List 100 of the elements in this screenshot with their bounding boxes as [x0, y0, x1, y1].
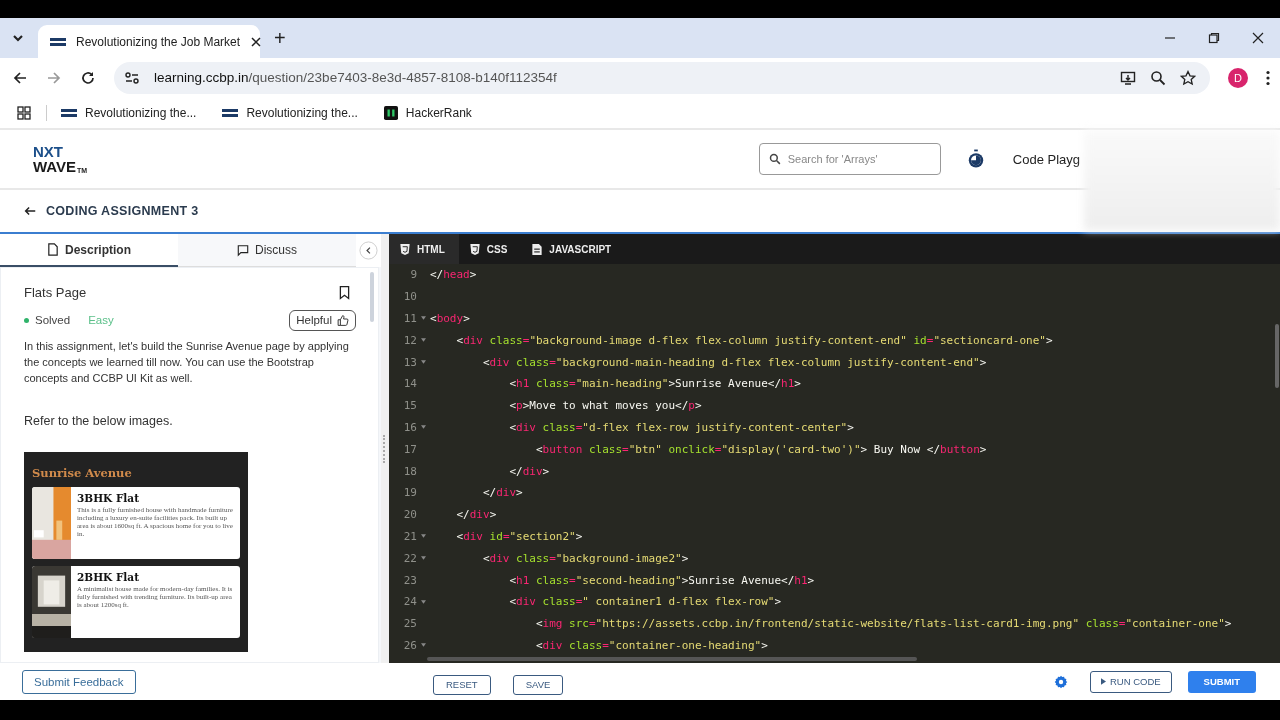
fold-icon[interactable] — [421, 556, 426, 561]
settings-icon[interactable] — [1053, 674, 1068, 689]
card-title: 2BHK Flat — [77, 571, 140, 583]
profile-avatar[interactable]: D — [1228, 67, 1248, 88]
logo-text: WAVE — [33, 159, 77, 174]
line-number: 20 — [402, 508, 417, 522]
fold-icon[interactable] — [421, 360, 426, 365]
editor-tab[interactable]: CSS — [458, 234, 522, 264]
code-line: <h1 class="main-heading">Sunrise Avenue</h1> — [508, 377, 801, 391]
install-icon[interactable] — [1120, 69, 1136, 86]
more-icon[interactable] — [1266, 69, 1270, 86]
assignment-title: CODING ASSIGNMENT 3 — [46, 204, 199, 218]
logo-text: NXT — [33, 144, 64, 159]
code-line: <h1 class="second-heading">Sunrise Avenue</h1> — [508, 573, 815, 587]
line-number: 11 — [402, 312, 417, 325]
line-number: 15 — [402, 399, 417, 413]
code-line: <p>Move to what moves you</p> — [508, 399, 702, 413]
search-icon — [768, 153, 781, 165]
line-number: 9 — [409, 268, 417, 282]
browser-tab[interactable]: Revolutionizing the Job Market — [38, 25, 260, 58]
site-icon — [61, 107, 77, 118]
editor-tab[interactable]: HTML — [389, 234, 459, 264]
editor-tab[interactable]: JAVASCRIPT — [521, 234, 626, 264]
new-tab-button[interactable]: + — [260, 27, 300, 58]
description-text: In this assignment, let's build the Sunrise Avenue page by applying the concepts we learned till now. You can use the Bootstrap concepts and CCBP UI Kit as well. — [24, 339, 350, 386]
document-icon — [47, 243, 59, 256]
site-icon — [383, 105, 398, 120]
preview-heading: Sunrise Avenue — [32, 466, 133, 480]
code-line: <div class="background-image2"> — [481, 551, 689, 565]
apps-grid-icon[interactable] — [16, 104, 32, 121]
search-field[interactable]: Search for 'Arrays' — [758, 143, 941, 175]
shield-icon — [468, 242, 481, 256]
code-line: </div> — [508, 464, 550, 478]
bookmark-icon[interactable] — [339, 284, 350, 300]
helpful-button[interactable]: Helpful — [289, 309, 356, 331]
address-field[interactable]: learning.ccbp.in/question/23be7403-8e3d-4857-8108-b140f112354f — [114, 61, 1210, 94]
status-label: Solved — [35, 314, 71, 326]
save-button[interactable]: SAVE — [512, 674, 564, 695]
problem-title: Flats Page — [24, 284, 87, 300]
code-line: <div id="section2"> — [455, 529, 583, 543]
line-number: 25 — [402, 617, 417, 631]
bookmark[interactable]: Revolutionizing the... — [61, 105, 197, 120]
line-number: 17 — [402, 442, 417, 456]
shield-icon — [399, 242, 411, 256]
card-title: 3BHK Flat — [77, 492, 140, 504]
line-number: 10 — [402, 290, 417, 304]
fold-icon[interactable] — [421, 338, 426, 343]
reload-icon[interactable] — [80, 69, 96, 86]
star-icon[interactable] — [1180, 69, 1196, 86]
play-icon — [1100, 678, 1106, 685]
thumbs-up-icon — [337, 313, 349, 327]
forward-arrow-icon[interactable] — [46, 69, 62, 86]
code-line: <div class="background-image d-flex flex-column justify-content-end" id="sectioncard-one"> — [455, 333, 1053, 347]
code-line: </head> — [430, 268, 477, 282]
line-number: 22 — [402, 551, 417, 565]
code-line: <div class=" container1 d-flex flex-row"> — [508, 595, 782, 609]
submit-feedback-button[interactable]: Submit Feedback — [22, 669, 136, 694]
back-arrow-icon[interactable] — [23, 204, 37, 218]
bookmark[interactable]: HackerRank — [383, 105, 472, 120]
line-number: 23 — [402, 573, 417, 587]
code-line: </div> — [481, 486, 523, 500]
zoom-icon[interactable] — [1150, 69, 1166, 86]
line-number: 16 — [402, 420, 417, 434]
run-code-button[interactable]: RUN CODE — [1089, 670, 1172, 693]
code-line: <div class="background-main-heading d-flex flex-column justify-content-end"> — [481, 355, 987, 369]
refer-text: Refer to the below images. — [24, 414, 174, 428]
collapse-icon[interactable] — [359, 241, 378, 260]
file-icon — [531, 242, 544, 256]
line-number: 18 — [402, 464, 417, 478]
submit-button[interactable]: SUBMIT — [1187, 670, 1256, 693]
fold-icon[interactable] — [421, 316, 426, 321]
restore-icon[interactable] — [1208, 32, 1220, 44]
fold-icon[interactable] — [421, 425, 426, 430]
code-line: <button class="btn" onclick="display('card-two')"> Buy Now </button> — [534, 442, 987, 456]
fold-icon[interactable] — [421, 599, 426, 604]
code-line: </div> — [455, 508, 497, 522]
line-number: 21 — [402, 529, 417, 543]
panel-tab[interactable]: Discuss — [178, 234, 356, 267]
site-icon — [222, 107, 239, 118]
code-line: <body> — [430, 312, 470, 325]
chat-icon — [237, 243, 249, 257]
back-arrow-icon[interactable] — [12, 69, 28, 86]
line-number: 13 — [402, 355, 417, 369]
status-dot-icon — [24, 317, 29, 323]
line-number: 14 — [402, 377, 417, 391]
close-icon[interactable] — [1252, 32, 1264, 44]
site-settings-icon[interactable] — [124, 69, 140, 86]
nav-link[interactable]: Code Playg — [1012, 151, 1080, 167]
reset-button[interactable]: RESET — [433, 674, 491, 695]
bookmark[interactable]: Revolutionizing the... — [222, 105, 358, 120]
line-number: 26 — [402, 638, 417, 652]
code-line: <div class="d-flex flex-row justify-content-center"> — [508, 420, 854, 434]
line-number: 19 — [402, 486, 417, 500]
close-icon[interactable] — [250, 35, 263, 48]
stopwatch-icon[interactable] — [966, 149, 985, 169]
line-number: 12 — [402, 333, 417, 347]
fold-icon[interactable] — [421, 534, 426, 539]
fold-icon[interactable] — [421, 643, 426, 648]
code-line: <div class="container-one-heading"> — [534, 638, 768, 652]
difficulty-label: Easy — [88, 314, 114, 326]
